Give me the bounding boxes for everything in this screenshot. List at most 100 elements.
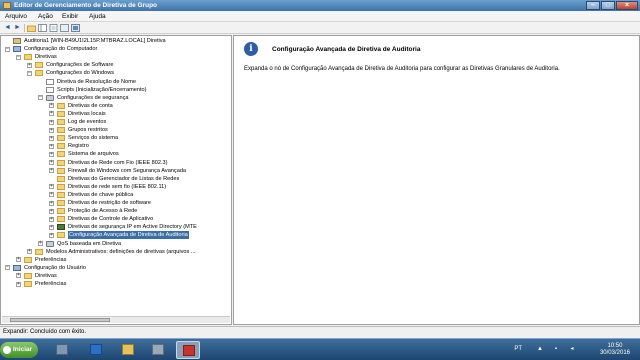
- expand-icon[interactable]: +: [49, 103, 54, 109]
- tree-item-advanced-audit[interactable]: + Configuração Avançada de Diretiva de Au…: [1, 231, 231, 240]
- collapse-icon[interactable]: −: [38, 95, 43, 101]
- expand-icon[interactable]: +: [49, 200, 54, 206]
- folder-icon: [35, 62, 43, 69]
- tree-item-qos[interactable]: + QoS baseada em Diretiva: [1, 240, 231, 248]
- show-hide-tree-icon[interactable]: [38, 24, 47, 32]
- tree-item-policy-root[interactable]: Auditoria1 [WIN-B49U1I2L15P.MTBRAZ.LOCAL…: [1, 37, 231, 45]
- taskbar-gpmc[interactable]: [146, 341, 170, 359]
- tree-item-system-services[interactable]: + Serviços do sistema: [1, 134, 231, 142]
- powershell-icon: [90, 344, 102, 355]
- expand-icon[interactable]: +: [49, 232, 54, 238]
- up-folder-icon[interactable]: [27, 24, 36, 32]
- expand-icon[interactable]: +: [16, 257, 21, 263]
- expand-icon[interactable]: +: [16, 281, 21, 287]
- taskbar-server-manager[interactable]: [50, 341, 74, 359]
- tree-item-public-key[interactable]: + Diretivas de chave pública: [1, 191, 231, 199]
- tree-item-security-settings[interactable]: − Configurações de segurança: [1, 94, 231, 102]
- tree-item-computer-preferences[interactable]: + Preferências: [1, 256, 231, 264]
- language-indicator[interactable]: PT: [514, 346, 522, 352]
- tree-item-scripts[interactable]: Scripts (Inicialização/Encerramento): [1, 86, 231, 94]
- network-icon[interactable]: ▪: [552, 346, 560, 353]
- info-icon: i: [244, 42, 258, 56]
- back-icon[interactable]: ◄: [3, 24, 12, 32]
- tree-item-wireless-network[interactable]: + Diretivas de rede sem fio (IEEE 802.11): [1, 183, 231, 191]
- volume-icon[interactable]: ◂: [568, 346, 576, 353]
- tree-item-event-log[interactable]: + Log de eventos: [1, 118, 231, 126]
- clock[interactable]: 10:50 30/03/2016: [600, 343, 630, 357]
- tree-item-network-list[interactable]: Diretivas do Gerenciador de Listas de Re…: [1, 175, 231, 183]
- tree-item-admin-templates[interactable]: + Modelos Administrativos: definições de …: [1, 248, 231, 256]
- expand-icon[interactable]: +: [27, 62, 32, 68]
- minimize-button[interactable]: –: [586, 1, 600, 10]
- menu-exibir[interactable]: Exibir: [62, 13, 78, 20]
- forward-icon[interactable]: ►: [13, 24, 22, 32]
- taskbar-gp-editor[interactable]: [176, 341, 200, 359]
- view-icon[interactable]: [71, 24, 80, 32]
- help-icon[interactable]: [60, 24, 69, 32]
- collapse-icon[interactable]: −: [16, 54, 21, 60]
- tree-item-windows-settings[interactable]: − Configurações do Windows: [1, 69, 231, 77]
- close-button[interactable]: ×: [616, 1, 638, 10]
- tree-item-local-policies[interactable]: + Diretivas locais: [1, 110, 231, 118]
- tree-item-software-settings[interactable]: + Configurações de Software: [1, 61, 231, 69]
- expand-icon[interactable]: +: [16, 273, 21, 279]
- expand-icon[interactable]: +: [49, 160, 54, 165]
- tree-item-label: Diretivas de chave pública: [68, 191, 134, 198]
- expand-icon[interactable]: +: [49, 216, 54, 222]
- tree-item-ipsec[interactable]: + Diretivas de segurança IP em Active Dir…: [1, 223, 231, 231]
- comp-icon: [13, 46, 21, 53]
- clock-time: 10:50: [607, 343, 623, 349]
- expand-icon[interactable]: +: [27, 249, 32, 255]
- expand-icon[interactable]: +: [49, 127, 54, 133]
- title-bar[interactable]: Editor de Gerenciamento de Diretiva de G…: [0, 0, 640, 11]
- expand-icon[interactable]: +: [49, 143, 54, 149]
- expand-icon[interactable]: +: [49, 224, 54, 230]
- tree-item-user-policies[interactable]: + Diretivas: [1, 272, 231, 280]
- collapse-icon[interactable]: −: [5, 265, 10, 271]
- expand-icon[interactable]: +: [49, 168, 54, 174]
- taskbar-powershell[interactable]: [84, 341, 108, 359]
- taskbar-explorer[interactable]: [116, 341, 140, 359]
- tree-item-label: Diretiva de Resolução de Nome: [57, 78, 136, 85]
- expand-icon[interactable]: +: [49, 184, 54, 190]
- tree-item-app-control[interactable]: + Diretivas de Controle de Aplicativo: [1, 215, 231, 223]
- menu-ajuda[interactable]: Ajuda: [89, 13, 106, 20]
- tree-item-user-preferences[interactable]: + Preferências: [1, 280, 231, 288]
- tree-item-label: Diretivas de Rede com Fio (IEEE 802.3): [68, 159, 168, 166]
- tree-item-account-policies[interactable]: + Diretivas de conta: [1, 102, 231, 110]
- collapse-icon[interactable]: −: [5, 46, 10, 52]
- expand-icon[interactable]: +: [49, 119, 54, 125]
- tree-item-nap[interactable]: + Proteção de Acesso à Rede: [1, 207, 231, 215]
- tree-item-user-config[interactable]: − Configuração do Usuário: [1, 264, 231, 272]
- tree-item-computer-config[interactable]: − Configuração do Computador: [1, 45, 231, 53]
- tree-item-software-restriction[interactable]: + Diretivas de restrição de software: [1, 199, 231, 207]
- tree-item-restricted-groups[interactable]: + Grupos restritos: [1, 126, 231, 134]
- expand-icon[interactable]: +: [49, 192, 54, 198]
- expand-icon[interactable]: +: [49, 111, 54, 117]
- expand-icon[interactable]: +: [38, 241, 43, 246]
- server-manager-icon: [56, 344, 68, 355]
- flag-icon[interactable]: ▲: [536, 346, 544, 353]
- scrollbar-thumb[interactable]: [10, 318, 110, 322]
- tree-item-firewall[interactable]: + Firewall do Windows com Segurança Avanç…: [1, 167, 231, 175]
- tree-item-label: Configurações de segurança: [57, 94, 129, 101]
- maximize-button[interactable]: □: [601, 1, 615, 10]
- properties-icon[interactable]: [49, 24, 58, 32]
- tree-item-file-system[interactable]: + Sistema de arquivos: [1, 150, 231, 158]
- tree-item-registry[interactable]: + Registro: [1, 142, 231, 150]
- folder-icon: [35, 248, 43, 255]
- menu-acao[interactable]: Ação: [38, 13, 53, 20]
- navigation-tree[interactable]: + Preferências + Diretivas − Configuração do …: [0, 35, 232, 325]
- details-pane: i Configuração Avançada de Diretiva de A…: [233, 35, 640, 325]
- tree-item-name-resolution[interactable]: Diretiva de Resolução de Nome: [1, 78, 231, 86]
- expand-icon[interactable]: +: [49, 151, 54, 157]
- menu-arquivo[interactable]: Arquivo: [5, 13, 27, 20]
- horizontal-scrollbar[interactable]: [2, 316, 230, 323]
- expand-icon[interactable]: +: [49, 208, 54, 214]
- collapse-icon[interactable]: −: [27, 70, 32, 76]
- app-icon: [3, 2, 11, 9]
- tree-item-wired-network[interactable]: + Diretivas de Rede com Fio (IEEE 802.3): [1, 159, 231, 167]
- start-button[interactable]: Iniciar: [0, 342, 38, 358]
- tree-item-policies[interactable]: − Diretivas: [1, 53, 231, 61]
- expand-icon[interactable]: +: [49, 135, 54, 141]
